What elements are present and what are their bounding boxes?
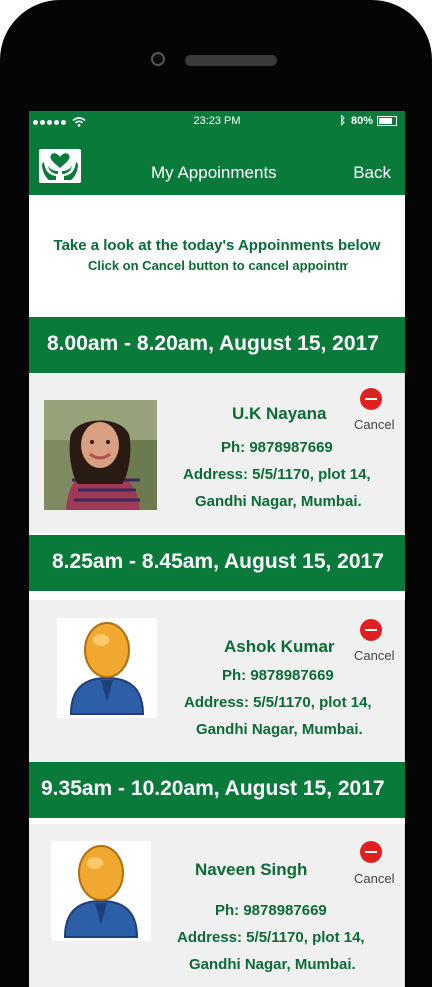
- patient-phone: Ph: 9878987669: [221, 439, 333, 456]
- appointment-card: Ashok Kumar Ph: 9878987669 Address: 5/5/…: [29, 600, 405, 762]
- front-camera: [151, 52, 165, 66]
- status-bar: 23:23 PM ᛒ 80%: [29, 111, 405, 133]
- time-slot-header: 8.25am - 8.45am, August 15, 2017: [29, 535, 405, 591]
- time-slot-text: 8.25am - 8.45am, August 15, 2017: [52, 550, 384, 573]
- user-avatar-icon: [57, 618, 157, 718]
- patient-address-line1: Address: 5/5/1170, plot 14,: [183, 466, 371, 483]
- cancel-button[interactable]: Cancel: [354, 648, 394, 663]
- appointment-card: U.K Nayana Ph: 9878987669 Address: 5/5/1…: [29, 373, 405, 533]
- time-slot-header: 8.00am - 8.20am, August 15, 2017: [29, 317, 405, 373]
- patient-address-line2: Gandhi Nagar, Mumbai.: [195, 493, 362, 510]
- cancel-button[interactable]: Cancel: [354, 417, 394, 432]
- patient-phone: Ph: 9878987669: [222, 667, 334, 684]
- cancel-icon[interactable]: [360, 388, 382, 410]
- cancel-icon[interactable]: [360, 619, 382, 641]
- user-avatar-icon: [51, 841, 151, 941]
- page-title: My Appoinments: [151, 163, 277, 182]
- app-logo: [39, 149, 81, 183]
- battery-icon: [377, 116, 397, 126]
- patient-address-line1: Address: 5/5/1170, plot 14,: [177, 929, 365, 946]
- patient-phone: Ph: 9878987669: [215, 902, 327, 919]
- cancel-button[interactable]: Cancel: [354, 871, 394, 886]
- intro-section: Take a look at the today's Appoinments b…: [29, 195, 405, 317]
- navigation-bar: My Appoinments Back: [29, 133, 405, 195]
- intro-instruction: Click on Cancel button to cancel appoint…: [88, 258, 348, 273]
- patient-address-line2: Gandhi Nagar, Mumbai.: [196, 721, 363, 738]
- patient-name: U.K Nayana: [232, 404, 327, 423]
- appointment-card: Naveen Singh Ph: 9878987669 Address: 5/5…: [29, 824, 405, 987]
- time-slot-text: 8.00am - 8.20am, August 15, 2017: [47, 332, 379, 355]
- cancel-icon[interactable]: [360, 841, 382, 863]
- back-button[interactable]: Back: [353, 163, 391, 183]
- phone-frame: 23:23 PM ᛒ 80% My Appoinments Back Take …: [0, 0, 432, 987]
- patient-address-line2: Gandhi Nagar, Mumbai.: [189, 956, 356, 973]
- earpiece-speaker: [185, 55, 277, 66]
- battery-percent: 80%: [350, 115, 373, 127]
- time-slot-header: 9.35am - 10.20am, August 15, 2017: [29, 762, 405, 818]
- intro-heading: Take a look at the today's Appoinments b…: [53, 237, 381, 254]
- time-slot-text: 9.35am - 10.20am, August 15, 2017: [41, 777, 385, 800]
- patient-name: Ashok Kumar: [224, 637, 335, 656]
- patient-photo: [44, 400, 157, 510]
- patient-address-line1: Address: 5/5/1170, plot 14,: [184, 694, 372, 711]
- app-screen: 23:23 PM ᛒ 80% My Appoinments Back Take …: [29, 111, 405, 987]
- patient-name: Naveen Singh: [195, 860, 308, 879]
- bluetooth-icon: ᛒ: [339, 115, 346, 127]
